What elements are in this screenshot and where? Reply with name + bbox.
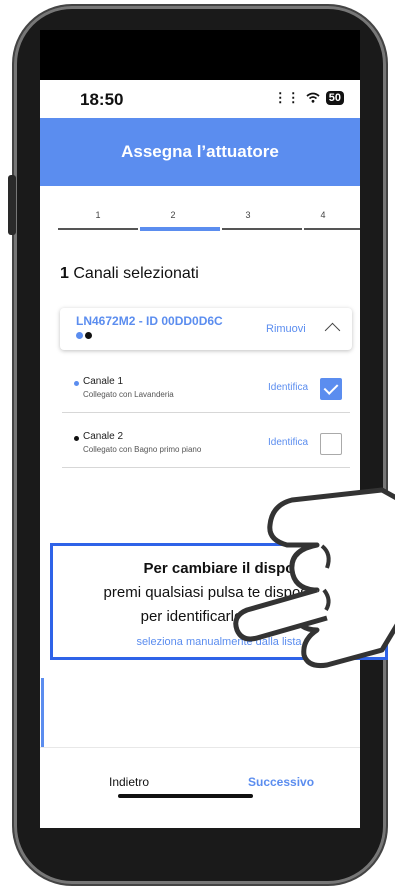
status-time: 18:50 [80,90,124,109]
stepper: 1 2 3 4 [58,210,360,231]
channel-row: Canale 2 Collegato con Bagno primo piano… [62,423,350,468]
identify-button[interactable]: Identifica [268,382,308,393]
chevron-up-icon[interactable] [324,322,341,339]
step-line-1 [58,228,138,230]
device-name: LN4672M2 - ID 00DD0D6C [76,314,223,328]
step-line-3 [222,228,302,230]
device-card[interactable]: LN4672M2 - ID 00DD0D6C Rimuovi [60,308,352,350]
channel-dot [74,436,79,441]
footer-bar: Indietro Successivo [40,747,360,808]
page-title: Assegna l’attuatore [121,142,279,161]
step-1: 1 [95,210,101,220]
channel-row: Canale 1 Collegato con Lavanderia Identi… [62,368,350,413]
selected-count: 1 [60,265,69,282]
channel-checkbox-checked[interactable] [320,378,342,400]
status-area-background [40,30,360,80]
step-4: 4 [320,210,326,220]
battery-icon: 50 [325,91,344,105]
pointing-hand-icon [233,487,395,668]
identify-button[interactable]: Identifica [268,437,308,448]
side-button [8,175,16,235]
next-button[interactable]: Successivo [248,775,314,789]
wifi-icon [306,91,320,106]
app-screen: 18:50 ⋮⋮ 50 Assegna l’attuatore 1 2 3 4 … [40,80,360,828]
device-dots [76,332,92,339]
step-2: 2 [170,210,176,220]
step-3: 3 [245,210,251,220]
selected-label: Canali selezionati [73,265,199,282]
selected-channels-heading: 1 Canali selezionati [60,265,199,283]
status-icons: ⋮⋮ 50 [274,90,344,106]
device-dot-blue [76,332,83,339]
bottom-bar [40,808,360,828]
channel-name: Canale 2 [83,431,124,442]
status-bar: 18:50 ⋮⋮ 50 [40,80,360,118]
header-bar: Assegna l’attuatore [40,118,360,186]
channel-name: Canale 1 [83,376,124,387]
back-button[interactable]: Indietro [109,775,149,789]
channel-subtitle: Collegato con Bagno primo piano [83,445,202,454]
remove-button[interactable]: Rimuovi [266,323,306,335]
channel-subtitle: Collegato con Lavanderia [83,390,174,399]
device-dot-black [85,332,92,339]
signal-icon: ⋮⋮ [273,90,300,105]
step-line-2-active [140,227,220,231]
channel-checkbox[interactable] [320,433,342,455]
channel-dot [74,381,79,386]
step-line-4 [304,228,360,230]
home-indicator[interactable] [118,794,253,798]
